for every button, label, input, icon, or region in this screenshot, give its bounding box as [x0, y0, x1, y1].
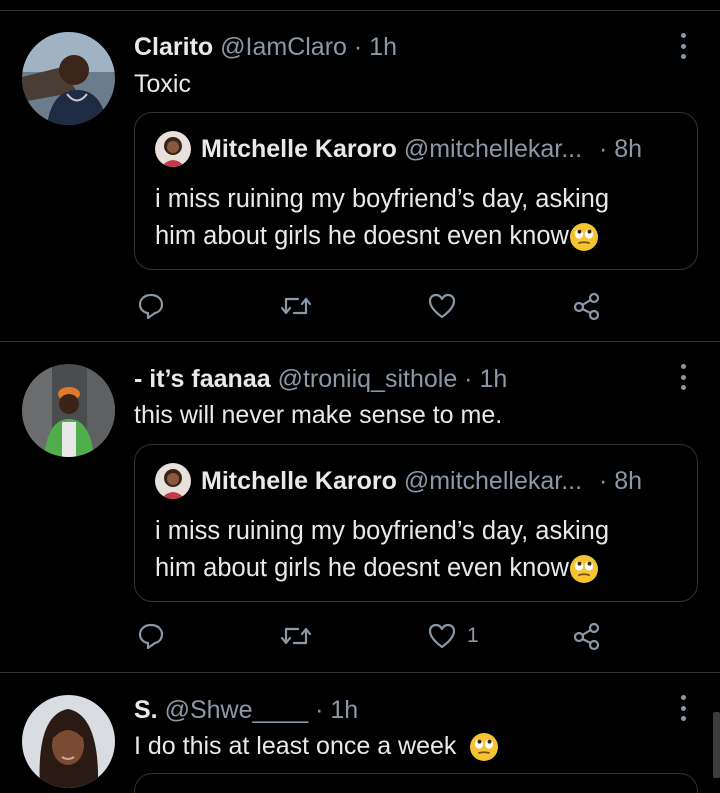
- share-button[interactable]: [572, 288, 602, 324]
- tweet-actions: [0, 288, 720, 324]
- reply-button[interactable]: [136, 288, 166, 324]
- timestamp[interactable]: 1h: [330, 696, 358, 724]
- quote-avatar: [155, 463, 191, 499]
- quote-line: i miss ruining my boyfriend’s day, askin…: [155, 185, 609, 213]
- avatar[interactable]: [22, 695, 115, 788]
- quote-timestamp: 8h: [614, 135, 643, 163]
- timestamp[interactable]: 1h: [369, 33, 397, 61]
- more-icon[interactable]: [672, 33, 694, 59]
- quote-text: i miss ruining my boyfriend’s day, askin…: [155, 513, 609, 587]
- quote-author-name: Mitchelle Karoro: [201, 467, 397, 495]
- quote-line: him about girls he doesnt even know: [155, 222, 569, 250]
- tweet-text: this will never make sense to me.: [134, 401, 503, 429]
- tweet-actions: 1: [0, 618, 720, 654]
- avatar[interactable]: [22, 364, 115, 457]
- tweet-text: I do this at least once a week: [134, 731, 499, 762]
- retweet-icon: [280, 297, 312, 315]
- quote-avatar: [155, 131, 191, 167]
- eye-roll-emoji-icon: [569, 554, 599, 584]
- like-count: 1: [467, 624, 479, 647]
- quoted-tweet[interactable]: Mitchelle Karoro @mitchellekar... · 8h i…: [134, 444, 698, 602]
- tweet-faanaa[interactable]: - it’s faanaa @troniiq_sithole · 1h this…: [0, 342, 720, 672]
- tweet-text: Toxic: [134, 70, 191, 98]
- author-handle[interactable]: @IamClaro: [220, 33, 347, 61]
- separator-dot: ·: [464, 365, 473, 393]
- share-button[interactable]: [572, 618, 602, 654]
- tweet-header: S. @Shwe____ · 1h: [134, 695, 358, 725]
- quote-header: Mitchelle Karoro @mitchellekar... · 8h: [201, 465, 642, 497]
- heart-icon: [428, 293, 456, 319]
- reply-icon: [138, 623, 164, 650]
- quote-header: Mitchelle Karoro @mitchellekar... · 8h: [201, 133, 642, 165]
- quoted-tweet[interactable]: Mitchelle Karoro @mitchellekar... · 8h i…: [134, 112, 698, 270]
- tweet-text-content: I do this at least once a week: [134, 732, 457, 760]
- like-button[interactable]: [427, 288, 467, 324]
- author-handle[interactable]: @troniiq_sithole: [278, 365, 458, 393]
- quoted-tweet[interactable]: [134, 773, 698, 793]
- like-button[interactable]: 1: [427, 618, 479, 654]
- quote-author-handle: @mitchellekar...: [403, 135, 583, 163]
- separator-dot: ·: [353, 33, 363, 61]
- tweet-header: Clarito @IamClaro · 1h: [134, 32, 397, 62]
- more-icon[interactable]: [672, 364, 694, 390]
- share-icon: [573, 622, 600, 651]
- retweet-button[interactable]: [280, 618, 312, 654]
- author-name[interactable]: Clarito: [134, 33, 213, 61]
- retweet-button[interactable]: [280, 288, 312, 324]
- reply-button[interactable]: [136, 618, 166, 654]
- tweet-clarito[interactable]: Clarito @IamClaro · 1h Toxic Mitchelle K…: [0, 0, 720, 340]
- quote-text: i miss ruining my boyfriend’s day, askin…: [155, 181, 609, 255]
- author-handle[interactable]: @Shwe____: [165, 696, 309, 724]
- quote-line: him about girls he doesnt even know: [155, 554, 569, 582]
- separator-dot: ·: [315, 696, 324, 724]
- separator-dot: ·: [599, 467, 608, 495]
- quote-author-handle: @mitchellekar...: [403, 467, 583, 495]
- avatar[interactable]: [22, 32, 115, 125]
- tweet-shwe[interactable]: S. @Shwe____ · 1h I do this at least onc…: [0, 673, 720, 793]
- timestamp[interactable]: 1h: [479, 365, 507, 393]
- heart-icon: [428, 623, 456, 649]
- author-name[interactable]: - it’s faanaa: [134, 365, 271, 393]
- eye-roll-emoji-icon: [569, 222, 599, 252]
- eye-roll-emoji-icon: [469, 732, 499, 762]
- scrollbar[interactable]: [713, 712, 720, 778]
- tweet-header: - it’s faanaa @troniiq_sithole · 1h: [134, 364, 507, 394]
- author-name[interactable]: S.: [134, 696, 158, 724]
- quote-timestamp: 8h: [614, 467, 643, 495]
- retweet-icon: [280, 627, 312, 645]
- separator-dot: ·: [599, 135, 608, 163]
- reply-icon: [138, 293, 164, 320]
- more-icon[interactable]: [672, 695, 694, 721]
- quote-author-name: Mitchelle Karoro: [201, 135, 397, 163]
- quote-line: i miss ruining my boyfriend’s day, askin…: [155, 517, 609, 545]
- share-icon: [573, 292, 600, 321]
